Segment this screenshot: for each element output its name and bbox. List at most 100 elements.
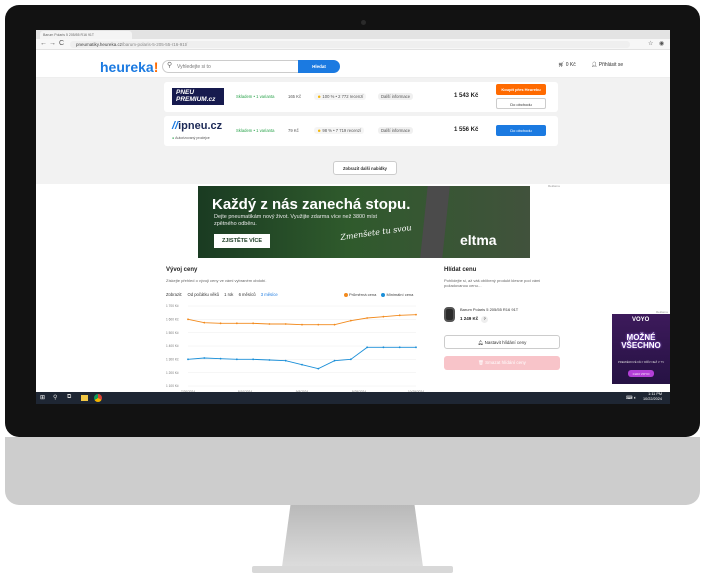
y-tick-label: 1 600 Kč — [166, 318, 179, 322]
price-history-chart[interactable]: 1 700 Kč 1 600 Kč 1 500 Kč 1 400 Kč 1 300 Kč… — [164, 300, 424, 396]
period-selector: Zobrazit: Od počátku věků 1 rok 6 měsíců… — [166, 292, 282, 297]
period-option-all[interactable]: Od počátku věků — [187, 292, 218, 297]
ad-label: Reklama — [548, 184, 560, 188]
side-ad-subtitle: PREMIÉROVÉ DÍLY DŘÍV NEŽ V TV — [617, 360, 665, 364]
avg-price-point — [382, 315, 385, 318]
min-price-point — [415, 346, 417, 349]
avg-price-point — [252, 322, 255, 325]
forward-icon[interactable]: → — [49, 40, 56, 47]
screen: Barum Polaris 5 205/55 R16 91T ← → C pne… — [36, 30, 670, 404]
min-price-point — [235, 358, 238, 361]
system-tray-icons[interactable]: ⌨ ◐ — [626, 395, 636, 401]
task-view-icon[interactable]: ⧉ — [67, 394, 71, 401]
side-ad-button[interactable]: CHCI VOYO — [628, 370, 654, 377]
cart-icon: 🛒︎ — [558, 62, 565, 68]
shop-rating[interactable]: 98 % • 7 719 recenzí — [314, 127, 365, 134]
side-ad-title: MOŽNÉ VŠECHNO — [621, 333, 661, 350]
chrome-icon[interactable] — [94, 394, 102, 402]
shop-rating[interactable]: 100 % • 2 772 recenzí — [314, 93, 367, 100]
eltma-logo: eltma — [460, 232, 497, 248]
delete-price-alert-button[interactable]: 🗑︎ Smazat hlídání ceny — [444, 356, 560, 370]
min-price-point — [349, 358, 352, 361]
shop-logo-pneupremium[interactable]: PNEU PREMIUM.cz — [172, 88, 224, 105]
windows-start-icon[interactable]: ⊞ — [40, 394, 45, 401]
reload-icon[interactable]: C — [59, 40, 64, 47]
offer-row: //ipneu.cz Autorizovaný prodejce Skladem… — [164, 116, 558, 146]
search-button[interactable]: Hledat — [298, 60, 340, 73]
login-label: Přihlásit se — [598, 62, 624, 68]
period-option-1y[interactable]: 1 rok — [224, 292, 233, 297]
offer-price: 1 543 Kč — [454, 93, 479, 99]
tyre-thumbnail — [444, 307, 455, 322]
show-more-offers-button[interactable]: Zobrazit další nabídky — [333, 161, 397, 175]
ipneu-logo-text: ipneu.cz — [178, 120, 223, 132]
watched-product-price: 1 249 Kč? — [460, 316, 489, 323]
y-tick-label: 1 100 Kč — [166, 384, 179, 388]
min-price-point — [382, 346, 385, 349]
voyo-side-ad[interactable]: VOYO MOŽNÉ VŠECHNO PREMIÉROVÉ DÍLY DŘÍV … — [612, 314, 670, 384]
y-tick-label: 1 300 Kč — [166, 358, 179, 362]
site-header: heureka! ⚲ Vyhledejte si to Hledat 🛒︎ 0 … — [36, 50, 670, 78]
y-tick-label: 1 400 Kč — [166, 344, 179, 348]
price-watch-subtitle: Pohlídejte si, až váš oblíbený produkt k… — [444, 278, 541, 288]
min-price-point — [203, 357, 206, 359]
min-price-point — [268, 359, 271, 361]
avg-price-point — [187, 318, 189, 321]
min-price-point — [252, 358, 255, 361]
stock-status: Skladem • 1 varianta — [236, 128, 275, 133]
avg-price-point — [317, 323, 320, 326]
chart-legend: Průměrná cena Minimální cena — [340, 292, 413, 297]
monitor-mockup: Barum Polaris 5 205/55 R16 91T ← → C pne… — [0, 0, 705, 579]
min-price-point — [301, 363, 303, 366]
go-to-shop-button[interactable]: Do obchodu — [496, 98, 546, 109]
avg-price-point — [219, 322, 222, 325]
min-price-point — [187, 358, 189, 361]
legend-avg-label: Průměrná cena — [349, 292, 377, 297]
help-icon[interactable]: ? — [481, 316, 489, 323]
avg-price-point — [366, 317, 369, 319]
avg-price-point — [415, 313, 417, 316]
more-info-link[interactable]: Další informace — [378, 127, 414, 134]
go-to-shop-button[interactable]: Do obchodu — [496, 125, 546, 136]
period-option-3m[interactable]: 3 měsíce — [261, 292, 278, 297]
avg-price-point — [333, 323, 336, 326]
more-info-link[interactable]: Další informace — [378, 93, 414, 100]
avg-price-point — [203, 321, 206, 324]
legend-min-marker — [381, 292, 386, 297]
login-link[interactable]: 👤︎ Přihlásit se — [591, 62, 623, 68]
shop-logo-ipneu[interactable]: //ipneu.cz — [172, 120, 222, 132]
star-icon[interactable]: ☆ — [648, 40, 653, 47]
banner-subtitle: Dejte pneumatikám nový život. Využijte z… — [214, 214, 378, 227]
shop-logo-line: PREMIUM.cz — [176, 96, 216, 103]
back-icon[interactable]: ← — [40, 40, 47, 47]
y-tick-label: 1 200 Kč — [166, 371, 179, 375]
min-price-point — [398, 346, 401, 349]
set-price-alert-button[interactable]: 🔔︎ Nastavit hlídání ceny — [444, 335, 560, 349]
offer-row: PNEU PREMIUM.cz Skladem • 1 varianta 165 … — [164, 82, 558, 112]
monitor-foot — [252, 566, 453, 573]
banner-cta-button[interactable]: ZJISTĚTE VÍCE — [214, 234, 270, 248]
min-price-point — [333, 359, 336, 362]
clock-date: 10/22/2024 — [643, 397, 663, 401]
avg-price-point — [284, 323, 287, 325]
browser-toolbar: ← → C pneumatiky.heureka.cz/barum-polari… — [36, 39, 670, 50]
logo-text: heureka — [100, 59, 154, 75]
shipping-price: 165 Kč — [288, 94, 302, 99]
file-explorer-icon[interactable] — [81, 395, 88, 401]
address-bar[interactable]: pneumatiky.heureka.cz/barum-polaris-5-20… — [70, 41, 630, 48]
browser-tab[interactable]: Barum Polaris 5 205/55 R16 91T — [40, 31, 132, 39]
profile-icon[interactable]: ◉ — [659, 40, 664, 47]
buy-via-heureka-button[interactable]: Koupit přes Heureku — [496, 84, 546, 95]
cart-link[interactable]: 🛒︎ 0 Kč — [558, 62, 576, 68]
heureka-logo[interactable]: heureka! — [100, 59, 158, 75]
cart-total: 0 Kč — [565, 62, 576, 68]
price-watch-title: Hlídat cenu — [444, 267, 477, 273]
taskbar-search-icon[interactable]: ⚲ — [53, 394, 57, 401]
period-option-6m[interactable]: 6 měsíců — [239, 292, 256, 297]
taskbar-clock[interactable]: 1:11 PM 10/22/2024 — [643, 392, 662, 402]
logo-accent: ! — [153, 59, 159, 75]
windows-taskbar: ⊞ ⚲ ⧉ ⌨ ◐ 1:11 PM 10/22/2024 — [36, 392, 670, 404]
legend-min-label: Minimální cena — [386, 292, 414, 297]
eltma-banner-ad[interactable]: Každý z nás zanechá stopu. Dejte pneumat… — [198, 186, 530, 258]
cancel-alert-label: Smazat hlídání ceny — [485, 360, 526, 365]
